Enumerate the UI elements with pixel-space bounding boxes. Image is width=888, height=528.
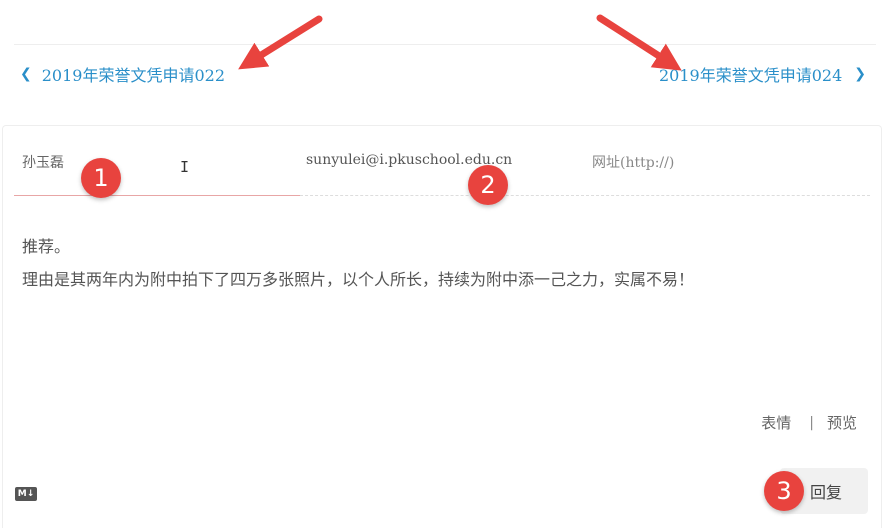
markdown-icon[interactable]: M↓ [15,487,37,501]
annotation-arrow-left [238,15,323,70]
emoji-button[interactable]: 表情 [761,412,791,433]
chevron-right-icon: ❯ [854,66,866,82]
text-cursor-icon: I [180,158,190,176]
comment-textarea[interactable]: 推荐。 理由是其两年内为附中拍下了四万多张照片，以个人所长，持续为附中添一己之力… [22,230,694,296]
comment-form [2,125,882,528]
name-field-underline [14,195,300,196]
next-post-link[interactable]: 2019年荣誉文凭申请024 ❯ [659,62,866,86]
website-field[interactable]: 网址(http://) [592,152,674,172]
top-divider [14,44,876,45]
prev-post-link[interactable]: ❮ 2019年荣誉文凭申请022 [20,62,225,86]
prev-post-label: 2019年荣誉文凭申请022 [41,66,225,85]
chevron-left-icon: ❮ [20,66,32,82]
annotation-badge-3: 3 [764,471,804,511]
annotation-arrow-right [596,14,682,71]
fields-divider [300,195,870,196]
editor-toolbar: 表情 | 预览 [761,412,857,433]
toolbar-separator: | [809,414,814,431]
comment-line: 理由是其两年内为附中拍下了四万多张照片，以个人所长，持续为附中添一己之力，实属不… [22,270,695,289]
next-post-label: 2019年荣誉文凭申请024 [659,66,843,85]
name-field[interactable]: 孙玉磊 [22,152,64,172]
annotation-badge-2: 2 [468,165,508,205]
annotation-badge-1: 1 [81,158,121,198]
preview-button[interactable]: 预览 [827,412,857,433]
comment-line: 推荐。 [22,237,71,256]
